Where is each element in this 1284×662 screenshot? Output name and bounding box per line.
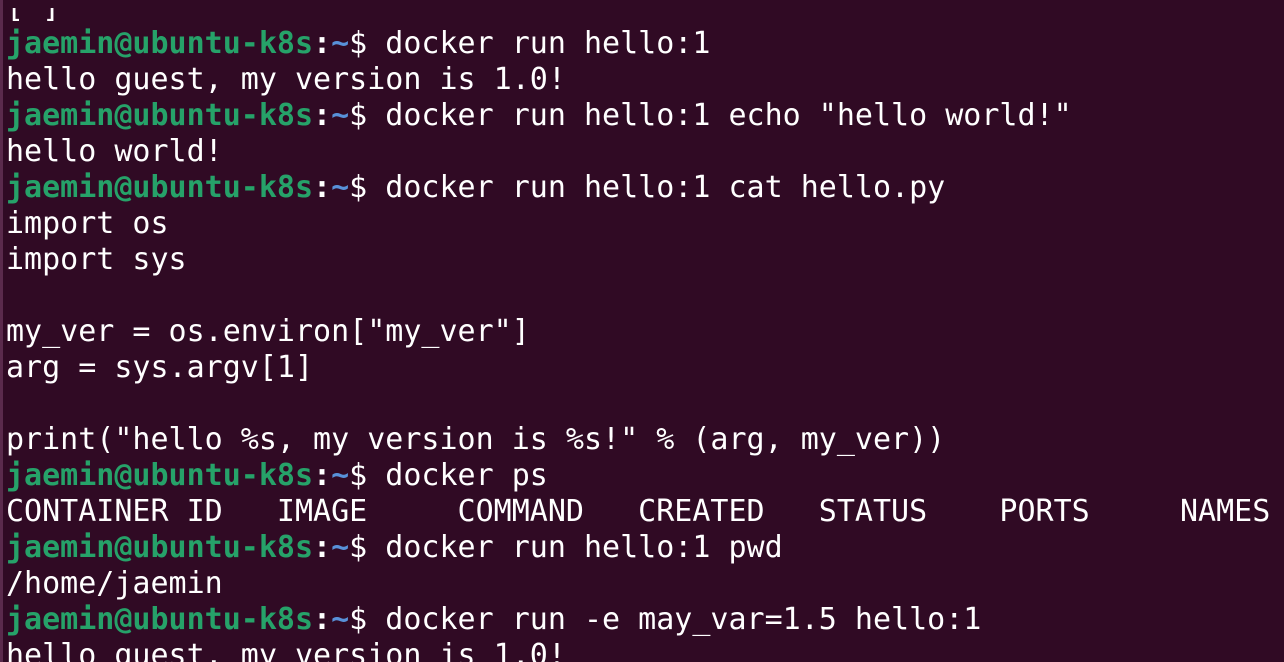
output-text: CONTAINER ID IMAGE COMMAND CREATED STATU… xyxy=(6,494,1271,529)
prompt-path: ~ xyxy=(331,26,350,61)
terminal-line: hello world! xyxy=(6,134,1270,170)
prompt-colon: : xyxy=(313,530,332,565)
prompt-line: jaemin@ubuntu-k8s:~$ docker ps xyxy=(6,458,1270,494)
prompt-sign: $ xyxy=(349,98,386,133)
output-text: /home/jaemin xyxy=(6,566,223,601)
output-text: hello guest, my version is 1.0! xyxy=(6,638,566,662)
output-text: import os xyxy=(6,206,169,241)
terminal-line: CONTAINER ID IMAGE COMMAND CREATED STATU… xyxy=(6,494,1270,530)
prompt-line: jaemin@ubuntu-k8s:~$ docker run hello:1 … xyxy=(6,170,1270,206)
prompt-user-host: jaemin@ubuntu-k8s xyxy=(6,602,314,637)
terminal-line: arg = sys.argv[1] xyxy=(6,350,1270,386)
terminal-output: [ ] jaemin@ubuntu-k8s:~$ docker run hell… xyxy=(6,0,1270,662)
command-text: docker ps xyxy=(385,458,548,493)
prompt-user-host: jaemin@ubuntu-k8s xyxy=(6,530,314,565)
output-text: import sys xyxy=(6,242,187,277)
prompt-user-host: jaemin@ubuntu-k8s xyxy=(6,26,314,61)
prompt-path: ~ xyxy=(331,602,350,637)
prompt-path: ~ xyxy=(331,530,350,565)
command-text: docker run hello:1 echo "hello world!" xyxy=(385,98,1072,133)
prompt-sign: $ xyxy=(349,170,386,205)
prompt-sign: $ xyxy=(349,602,386,637)
output-text: my_ver = os.environ["my_ver"] xyxy=(6,314,530,349)
prompt-line: jaemin@ubuntu-k8s:~$ docker run hello:1 … xyxy=(6,530,1270,566)
prompt-user-host: jaemin@ubuntu-k8s xyxy=(6,458,314,493)
prompt-sign: $ xyxy=(349,26,386,61)
output-text: arg = sys.argv[1] xyxy=(6,350,314,385)
command-text: docker run -e may_var=1.5 hello:1 xyxy=(385,602,982,637)
terminal-line: /home/jaemin xyxy=(6,566,1270,602)
prompt-path: ~ xyxy=(331,170,350,205)
prompt-user-host: jaemin@ubuntu-k8s xyxy=(6,170,314,205)
terminal-line: my_ver = os.environ["my_ver"] xyxy=(6,314,1270,350)
prompt-colon: : xyxy=(313,26,332,61)
output-text: hello guest, my version is 1.0! xyxy=(6,62,566,97)
output-text: [ ] xyxy=(6,0,61,25)
output-text: hello world! xyxy=(6,134,223,169)
command-text: docker run hello:1 cat hello.py xyxy=(385,170,946,205)
prompt-colon: : xyxy=(313,98,332,133)
prompt-line: jaemin@ubuntu-k8s:~$ docker run hello:1 … xyxy=(6,98,1270,134)
prompt-user-host: jaemin@ubuntu-k8s xyxy=(6,98,314,133)
prompt-colon: : xyxy=(313,170,332,205)
prompt-colon: : xyxy=(313,458,332,493)
prompt-sign: $ xyxy=(349,530,386,565)
output-text: print("hello %s, my version is %s!" % (a… xyxy=(6,422,946,457)
terminal-line: [ ] xyxy=(6,0,1270,26)
terminal-line: import sys xyxy=(6,242,1270,278)
prompt-path: ~ xyxy=(331,458,350,493)
terminal-line: hello guest, my version is 1.0! xyxy=(6,638,1270,662)
prompt-line: jaemin@ubuntu-k8s:~$ docker run hello:1 xyxy=(6,26,1270,62)
command-text: docker run hello:1 xyxy=(385,26,711,61)
prompt-sign: $ xyxy=(349,458,386,493)
prompt-line: jaemin@ubuntu-k8s:~$ docker run -e may_v… xyxy=(6,602,1270,638)
terminal-line: hello guest, my version is 1.0! xyxy=(6,62,1270,98)
prompt-path: ~ xyxy=(331,98,350,133)
prompt-colon: : xyxy=(313,602,332,637)
terminal-window[interactable]: [ ] jaemin@ubuntu-k8s:~$ docker run hell… xyxy=(0,0,1284,662)
terminal-line: import os xyxy=(6,206,1270,242)
command-text: docker run hello:1 pwd xyxy=(385,530,783,565)
terminal-line: print("hello %s, my version is %s!" % (a… xyxy=(6,422,1270,458)
